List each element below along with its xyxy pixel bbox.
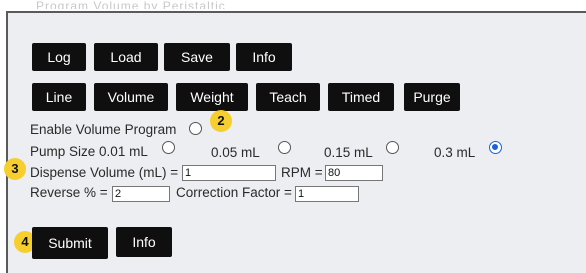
cut-off-header-text: Program Volume by Peristaltic	[36, 0, 226, 9]
volume-program-panel: Program Volume by Peristaltic Log Load S…	[4, 0, 586, 273]
correction-factor-label: Correction Factor =	[176, 185, 292, 200]
dispense-volume-input[interactable]	[182, 165, 276, 181]
volume-button[interactable]: Volume	[94, 83, 168, 111]
submit-button[interactable]: Submit	[32, 227, 108, 259]
pump-size-radio-0-05[interactable]	[278, 141, 291, 154]
load-button[interactable]: Load	[94, 43, 158, 71]
weight-button[interactable]: Weight	[176, 83, 248, 111]
purge-button[interactable]: Purge	[404, 83, 460, 111]
save-button[interactable]: Save	[164, 43, 230, 71]
log-button[interactable]: Log	[32, 43, 86, 71]
pump-size-radio-0-01[interactable]	[162, 141, 175, 154]
reverse-percent-label: Reverse % =	[30, 185, 108, 200]
dispense-volume-label: Dispense Volume (mL) =	[30, 165, 179, 180]
rpm-input[interactable]	[325, 165, 383, 181]
line-button[interactable]: Line	[32, 83, 86, 111]
pump-size-label: Pump Size 0.01 mL	[30, 144, 148, 159]
callout-badge-3: 3	[4, 158, 26, 180]
pump-size-option-1-label: 0.01 mL	[99, 144, 148, 159]
correction-factor-input[interactable]	[295, 186, 359, 202]
pump-size-option-2-label: 0.05 mL	[211, 145, 260, 160]
teach-button[interactable]: Teach	[256, 83, 320, 111]
rpm-label: RPM =	[281, 165, 323, 180]
enable-volume-program-label: Enable Volume Program	[30, 122, 177, 137]
pump-size-radio-0-3[interactable]	[489, 141, 502, 154]
info-button-bottom[interactable]: Info	[116, 227, 172, 257]
reverse-percent-input[interactable]	[112, 186, 170, 202]
pump-size-label-text: Pump Size	[30, 144, 96, 159]
enable-volume-program-radio[interactable]	[189, 122, 202, 135]
info-button-top[interactable]: Info	[236, 43, 292, 71]
pump-size-option-4-label: 0.3 mL	[434, 145, 476, 160]
callout-badge-2: 2	[210, 110, 232, 132]
timed-button[interactable]: Timed	[328, 83, 394, 111]
pump-size-radio-0-15[interactable]	[386, 141, 399, 154]
pump-size-option-3-label: 0.15 mL	[324, 145, 373, 160]
